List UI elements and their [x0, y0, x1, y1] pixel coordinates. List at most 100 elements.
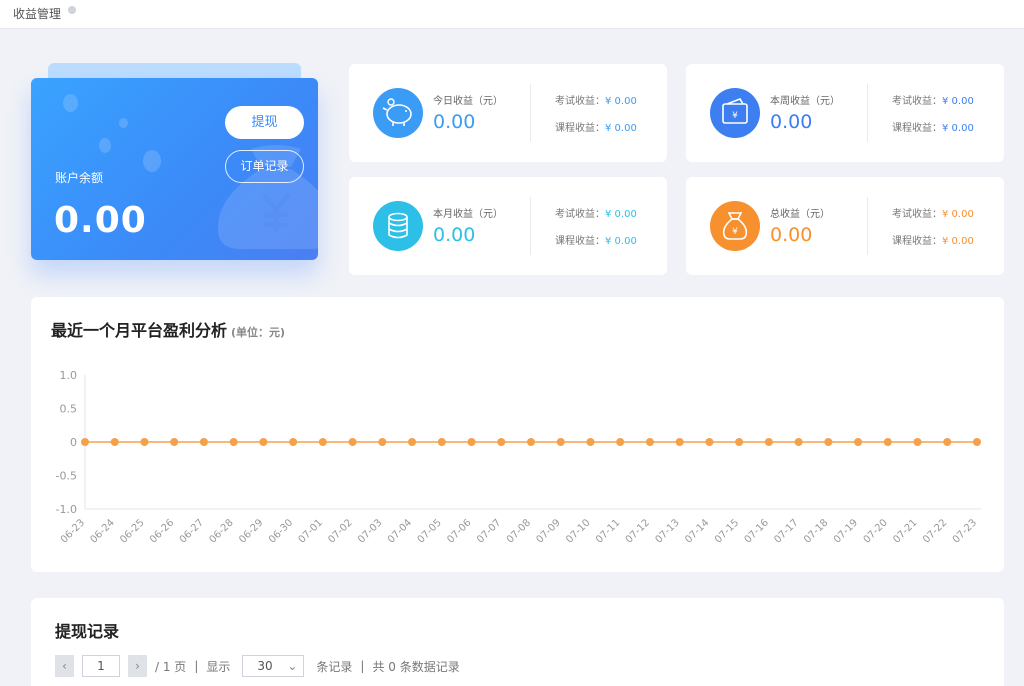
divider — [867, 84, 868, 142]
data-point — [854, 438, 863, 446]
data-point — [824, 438, 833, 446]
page-number-input[interactable]: 1 — [82, 655, 120, 677]
svg-text:¥: ¥ — [732, 111, 738, 121]
bubble-decoration — [143, 150, 161, 172]
x-tick-label: 07-01 — [297, 517, 325, 545]
data-point — [110, 438, 119, 446]
x-tick-label: 06-26 — [148, 517, 176, 545]
x-tick-label: 06-25 — [118, 517, 146, 545]
stat-caption: 本周收益（元） — [770, 96, 840, 107]
chevron-right-icon: › — [135, 659, 140, 673]
stat-value: 0.00 — [433, 224, 476, 246]
x-tick-label: 07-07 — [475, 517, 503, 545]
divider — [867, 197, 868, 255]
exam-income-label: 考试收益： — [555, 96, 605, 107]
prev-page-button[interactable]: ‹ — [55, 655, 74, 677]
stat-value: 0.00 — [770, 224, 813, 246]
next-page-button[interactable]: › — [128, 655, 147, 677]
x-tick-label: 07-19 — [832, 517, 860, 545]
stat-value: 0.00 — [770, 111, 813, 133]
bubble-decoration — [99, 138, 111, 153]
data-point — [437, 438, 446, 446]
stat-card-month: 本月收益（元） 0.00 考试收益：¥ 0.00 课程收益：¥ 0.00 — [349, 177, 667, 275]
x-tick-label: 06-23 — [59, 517, 87, 545]
stat-caption: 总收益（元） — [770, 209, 830, 220]
data-point — [586, 438, 595, 446]
data-point — [467, 438, 476, 446]
stat-caption: 本月收益（元） — [433, 209, 503, 220]
y-tick-label: 0 — [70, 436, 77, 449]
exam-income-value: ¥ 0.00 — [605, 209, 637, 220]
exam-income-value: ¥ 0.00 — [942, 96, 974, 107]
data-point — [794, 438, 803, 446]
piggy-bank-icon — [373, 88, 423, 138]
data-point — [199, 438, 208, 446]
data-point — [378, 438, 387, 446]
x-tick-label: 07-20 — [862, 517, 890, 545]
separator: | — [360, 659, 365, 673]
data-point — [883, 438, 892, 446]
withdraw-button[interactable]: 提现 — [225, 106, 304, 139]
x-tick-label: 07-23 — [951, 517, 979, 545]
y-tick-label: -0.5 — [56, 470, 77, 483]
y-tick-label: 1.0 — [60, 369, 78, 382]
exam-income-label: 考试收益： — [892, 96, 942, 107]
data-point — [229, 438, 238, 446]
chevron-down-icon: ⌄ — [287, 659, 298, 673]
exam-income-row: 考试收益：¥ 0.00 — [892, 205, 974, 220]
exam-income-value: ¥ 0.00 — [605, 96, 637, 107]
data-point — [616, 438, 625, 446]
x-tick-label: 07-21 — [891, 517, 919, 545]
x-tick-label: 06-29 — [237, 517, 265, 545]
course-income-row: 课程收益：¥ 0.00 — [555, 119, 637, 134]
data-point — [81, 438, 89, 446]
x-tick-label: 07-18 — [802, 517, 830, 545]
course-income-label: 课程收益： — [555, 236, 605, 247]
data-point — [289, 438, 298, 446]
course-income-row: 课程收益：¥ 0.00 — [555, 232, 637, 247]
course-income-label: 课程收益： — [555, 123, 605, 134]
data-point — [140, 438, 149, 446]
balance-card: 账户余额 0.00 提现 订单记录 — [31, 78, 318, 260]
data-point — [705, 438, 714, 446]
page-total: / 1 页 — [155, 659, 187, 674]
data-point — [170, 438, 179, 446]
x-tick-label: 06-27 — [178, 517, 206, 545]
course-income-row: 课程收益：¥ 0.00 — [892, 232, 974, 247]
x-tick-label: 07-15 — [713, 517, 741, 545]
stat-caption: 今日收益（元） — [433, 96, 503, 107]
status-dot-icon — [68, 6, 76, 14]
y-tick-label: 0.5 — [60, 403, 78, 416]
data-point — [675, 438, 684, 446]
top-bar: 收益管理 — [0, 0, 1024, 29]
x-tick-label: 07-13 — [653, 517, 681, 545]
data-point — [645, 438, 654, 446]
coins-icon — [373, 201, 423, 251]
page-size-select[interactable]: 30 ⌄ — [242, 655, 305, 677]
divider — [530, 84, 531, 142]
course-income-label: 课程收益： — [892, 123, 942, 134]
course-income-value: ¥ 0.00 — [942, 123, 974, 134]
x-tick-label: 06-28 — [207, 517, 235, 545]
x-tick-label: 07-12 — [624, 517, 652, 545]
x-tick-label: 07-08 — [505, 517, 533, 545]
x-tick-label: 07-03 — [356, 517, 384, 545]
data-point — [318, 438, 327, 446]
x-tick-label: 06-24 — [89, 517, 117, 545]
x-tick-label: 07-05 — [416, 517, 444, 545]
stat-card-today: 今日收益（元） 0.00 考试收益：¥ 0.00 课程收益：¥ 0.00 — [349, 64, 667, 162]
course-income-row: 课程收益：¥ 0.00 — [892, 119, 974, 134]
records-title: 提现记录 — [55, 622, 120, 641]
course-income-value: ¥ 0.00 — [942, 236, 974, 247]
x-tick-label: 07-17 — [772, 517, 800, 545]
x-tick-label: 07-04 — [386, 517, 414, 545]
x-tick-label: 07-02 — [326, 517, 354, 545]
stat-value: 0.00 — [433, 111, 476, 133]
data-point — [259, 438, 268, 446]
data-point — [943, 438, 952, 446]
exam-income-value: ¥ 0.00 — [942, 209, 974, 220]
stat-card-week: ¥ 本周收益（元） 0.00 考试收益：¥ 0.00 课程收益：¥ 0.00 — [686, 64, 1004, 162]
order-records-button[interactable]: 订单记录 — [225, 150, 304, 183]
chevron-left-icon: ‹ — [62, 659, 67, 673]
data-point — [348, 438, 357, 446]
